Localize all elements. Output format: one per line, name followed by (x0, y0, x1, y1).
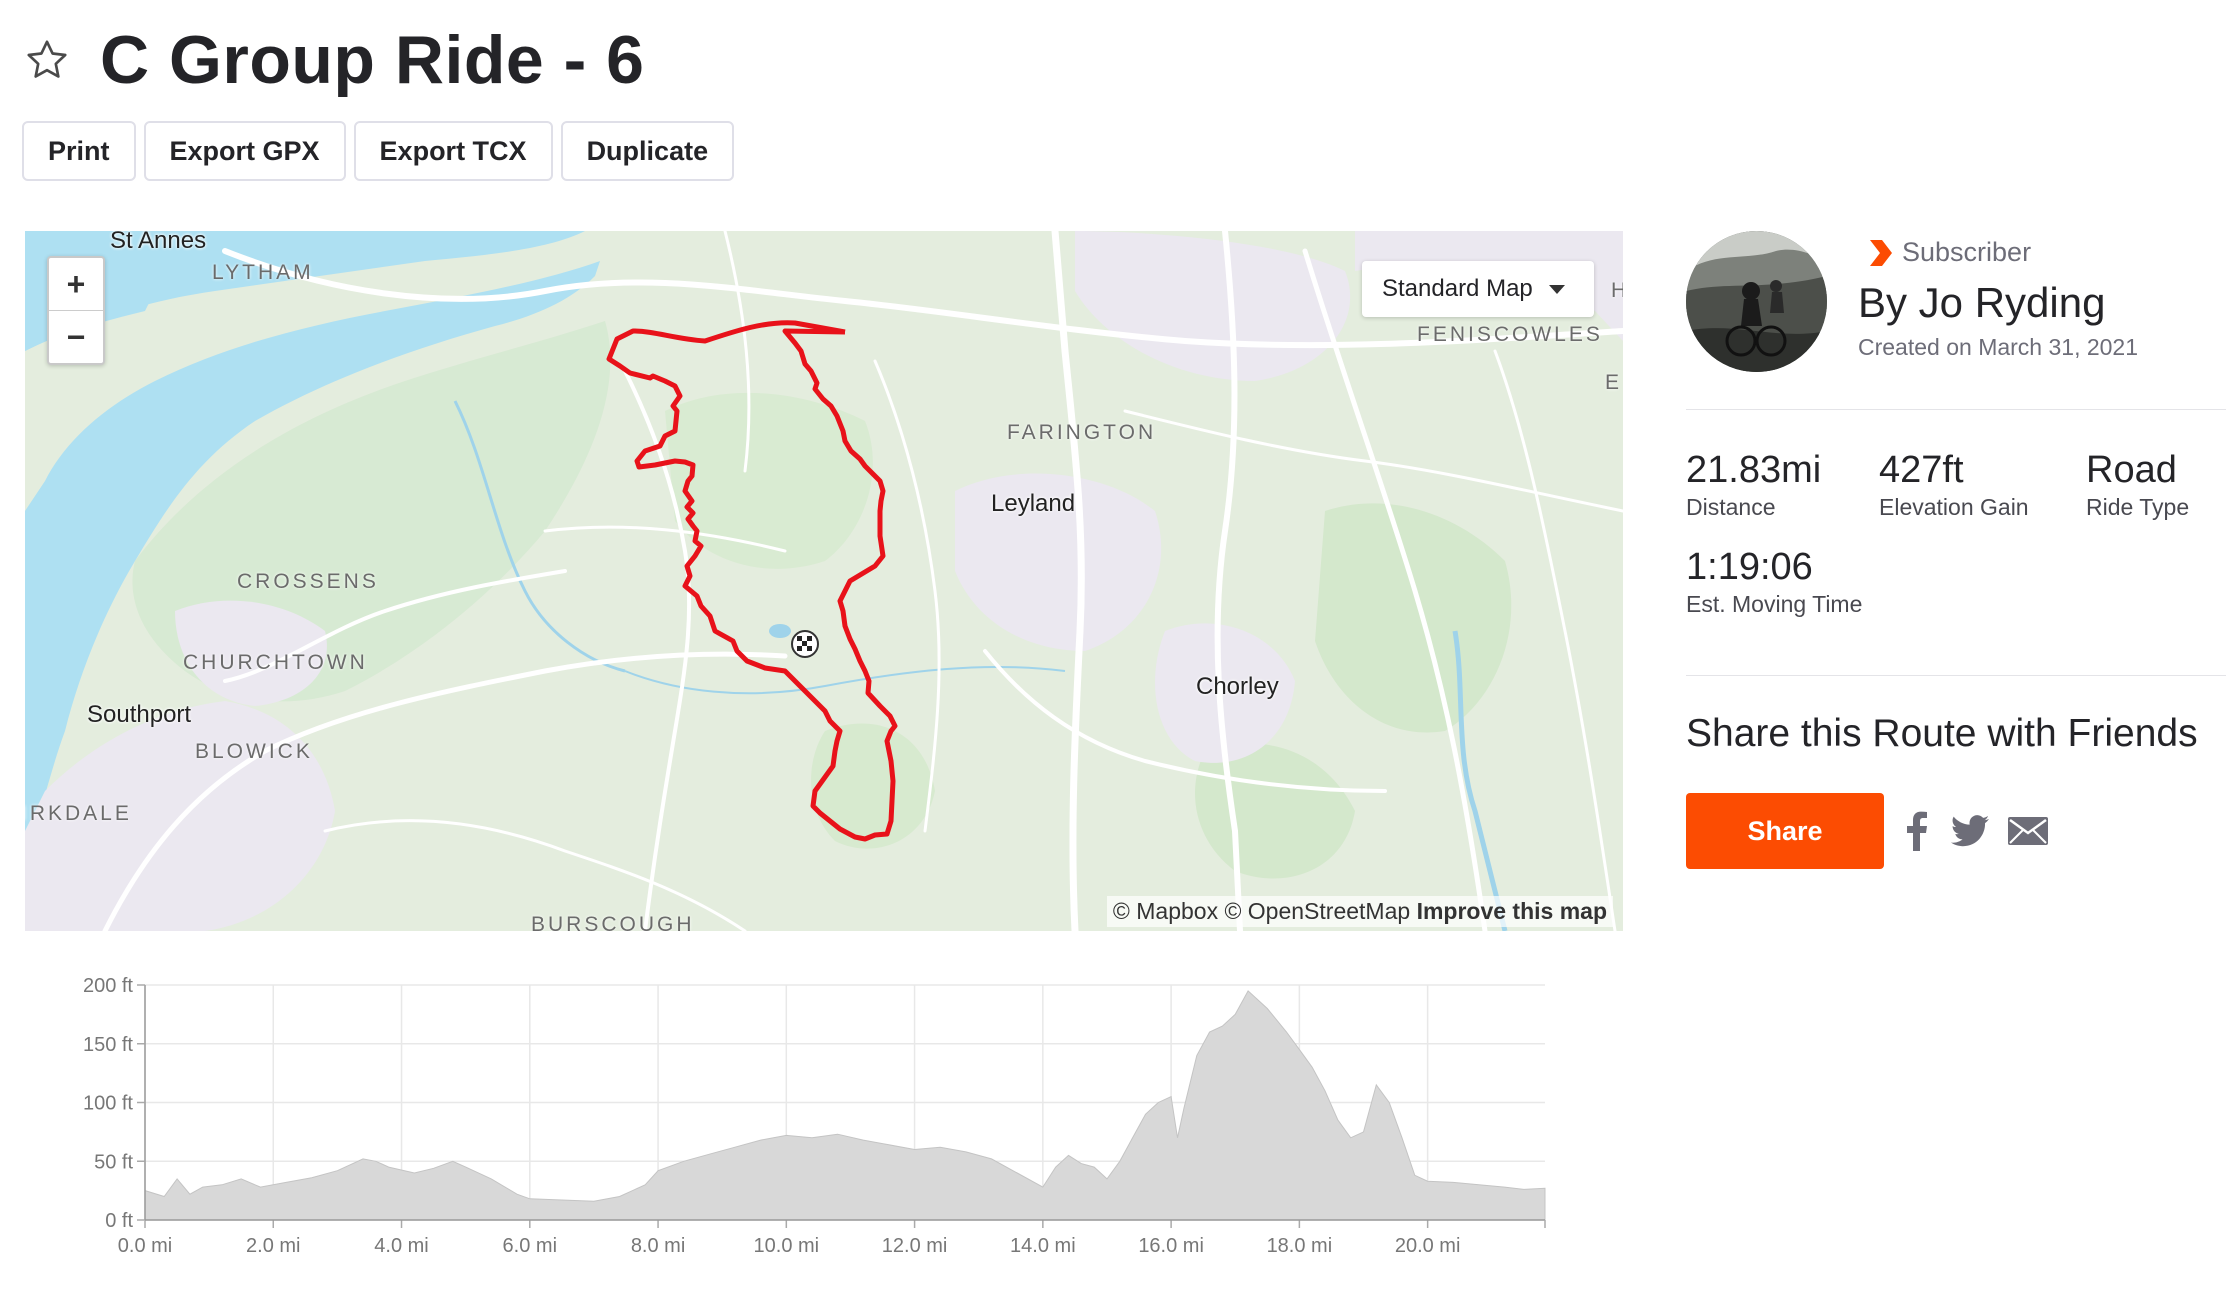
twitter-icon[interactable] (1950, 811, 1990, 851)
map-label-burscough: BURSCOUGH (531, 913, 695, 931)
x-tick-label: 14.0 mi (1010, 1235, 1076, 1257)
stat-elevation-label: Elevation Gain (1879, 494, 2029, 521)
route-actions: Print Export GPX Export TCX Duplicate (22, 121, 734, 181)
stat-elevation-value: 427ft (1879, 449, 2029, 492)
stat-ride-type-value: Road (2086, 449, 2189, 492)
facebook-icon[interactable] (1904, 811, 1930, 851)
map-label-blowick: BLOWICK (195, 740, 313, 764)
duplicate-button[interactable]: Duplicate (561, 121, 735, 181)
caret-down-icon (1549, 285, 1565, 294)
zoom-out-button[interactable]: − (49, 311, 103, 363)
stat-distance-value: 21.83mi (1686, 449, 1821, 492)
x-tick-label: 2.0 mi (246, 1235, 300, 1257)
map-label-southport: Southport (87, 701, 191, 729)
map-label-e-partial: E (1605, 371, 1622, 395)
stat-distance: 21.83mi Distance (1686, 449, 1821, 521)
y-tick-label: 100 ft (83, 1093, 133, 1115)
page-title: C Group Ride - 6 (100, 21, 644, 99)
map-style-label: Standard Map (1382, 275, 1533, 303)
export-gpx-button[interactable]: Export GPX (144, 121, 346, 181)
strava-chevron-icon (1866, 238, 1894, 268)
x-tick-label: 16.0 mi (1138, 1235, 1204, 1257)
x-tick-label: 18.0 mi (1267, 1235, 1333, 1257)
print-button[interactable]: Print (22, 121, 136, 181)
map-label-crossens: CROSSENS (237, 570, 379, 594)
route-map[interactable]: St Annes LYTHAM FENISCOWLES FARINGTON Le… (25, 231, 1623, 931)
stat-moving-time-value: 1:19:06 (1686, 546, 1862, 589)
x-tick-label: 4.0 mi (374, 1235, 428, 1257)
y-tick-label: 200 ft (83, 975, 133, 997)
stat-distance-label: Distance (1686, 494, 1821, 521)
improve-map-link[interactable]: Improve this map (1417, 898, 1607, 924)
stat-moving-time-label: Est. Moving Time (1686, 591, 1862, 618)
divider (1686, 409, 2226, 410)
avatar[interactable] (1686, 231, 1827, 372)
x-tick-label: 0.0 mi (118, 1235, 172, 1257)
elevation-chart-svg: 0 ft 50 ft 100 ft 150 ft 200 ft 0.0 mi 2.0 mi 4… (25, 960, 1585, 1290)
checkered-flag-icon (792, 631, 818, 657)
subscriber-badge: Subscriber (1866, 237, 2031, 268)
email-icon[interactable] (2006, 811, 2050, 851)
map-label-h-partial: H (1611, 279, 1623, 303)
y-tick-label: 0 ft (105, 1210, 133, 1232)
zoom-control: + − (47, 256, 105, 365)
stat-ride-type-label: Ride Type (2086, 494, 2189, 521)
share-heading: Share this Route with Friends (1686, 712, 2198, 756)
stat-elevation: 427ft Elevation Gain (1879, 449, 2029, 521)
subscriber-label: Subscriber (1902, 237, 2031, 268)
map-label-leyland: Leyland (991, 490, 1075, 518)
map-style-select[interactable]: Standard Map (1362, 261, 1594, 317)
x-tick-label: 20.0 mi (1395, 1235, 1461, 1257)
zoom-in-button[interactable]: + (49, 258, 103, 311)
star-icon[interactable] (22, 35, 72, 85)
stat-ride-type: Road Ride Type (2086, 449, 2189, 521)
elevation-area (145, 991, 1545, 1220)
export-tcx-button[interactable]: Export TCX (354, 121, 553, 181)
map-label-churchtown: CHURCHTOWN (183, 651, 368, 675)
elevation-chart: 0 ft 50 ft 100 ft 150 ft 200 ft 0.0 mi 2.0 mi 4… (25, 960, 1585, 1290)
map-label-feniscowles: FENISCOWLES (1417, 323, 1603, 347)
stat-moving-time: 1:19:06 Est. Moving Time (1686, 546, 1862, 618)
map-label-st-annes: St Annes (110, 231, 206, 255)
attribution-text: © Mapbox © OpenStreetMap (1113, 898, 1410, 924)
route-header: C Group Ride - 6 (22, 18, 644, 102)
map-label-chorley: Chorley (1196, 673, 1279, 701)
x-tick-label: 12.0 mi (882, 1235, 948, 1257)
x-tick-label: 10.0 mi (754, 1235, 820, 1257)
x-tick-label: 8.0 mi (631, 1235, 685, 1257)
author-name[interactable]: By Jo Ryding (1858, 279, 2105, 327)
map-attribution: © Mapbox © OpenStreetMap Improve this ma… (1107, 896, 1613, 927)
created-date: Created on March 31, 2021 (1858, 334, 2138, 361)
share-button[interactable]: Share (1686, 793, 1884, 869)
map-label-birkdale: IRKDALE (25, 802, 132, 826)
x-tick-label: 6.0 mi (503, 1235, 557, 1257)
y-tick-label: 150 ft (83, 1034, 133, 1056)
y-tick-label: 50 ft (94, 1151, 133, 1173)
map-label-farington: FARINGTON (1007, 421, 1156, 445)
map-label-lytham: LYTHAM (212, 261, 314, 285)
divider (1686, 675, 2226, 676)
